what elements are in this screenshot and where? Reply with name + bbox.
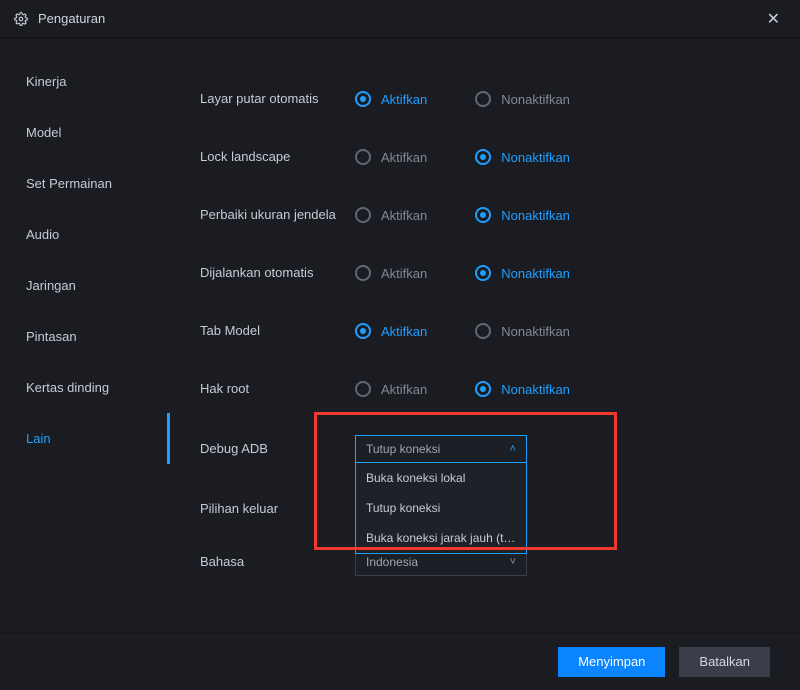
dropdown-option[interactable]: Tutup koneksi: [356, 493, 526, 523]
sidebar-item-label: Model: [26, 125, 61, 140]
chevron-up-icon: ˄: [510, 443, 516, 455]
select-value: Indonesia: [366, 555, 418, 569]
row-label: Tab Model: [200, 322, 355, 340]
titlebar: Pengaturan ✕: [0, 0, 800, 38]
sidebar-item-label: Set Permainan: [26, 176, 112, 191]
sidebar-item-label: Kinerja: [26, 74, 66, 89]
dropdown-option[interactable]: Buka koneksi jarak jauh (ti...: [356, 523, 526, 553]
sidebar-item-kertas-dinding[interactable]: Kertas dinding: [0, 362, 170, 413]
gear-icon: [14, 12, 28, 26]
sidebar-item-set-permainan[interactable]: Set Permainan: [0, 158, 170, 209]
row-label: Hak root: [200, 380, 355, 398]
row-label: Perbaiki ukuran jendela: [200, 206, 355, 224]
close-icon: ✕: [767, 11, 780, 28]
row-tab-model: Tab Model Aktifkan Nonaktifkan: [200, 302, 760, 360]
radio-disable[interactable]: Nonaktifkan: [475, 265, 570, 281]
sidebar-item-label: Pintasan: [26, 329, 77, 344]
radio-group: Aktifkan Nonaktifkan: [355, 91, 570, 107]
radio-disable[interactable]: Nonaktifkan: [475, 323, 570, 339]
radio-enable[interactable]: Aktifkan: [355, 91, 427, 107]
radio-group: Aktifkan Nonaktifkan: [355, 207, 570, 223]
radio-group: Aktifkan Nonaktifkan: [355, 323, 570, 339]
save-button[interactable]: Menyimpan: [558, 647, 665, 677]
dropdown-option[interactable]: Buka koneksi lokal: [356, 463, 526, 493]
radio-disable[interactable]: Nonaktifkan: [475, 381, 570, 397]
row-lock-landscape: Lock landscape Aktifkan Nonaktifkan: [200, 128, 760, 186]
row-dijalankan-otomatis: Dijalankan otomatis Aktifkan Nonaktifkan: [200, 244, 760, 302]
radio-disable[interactable]: Nonaktifkan: [475, 91, 570, 107]
sidebar-item-label: Kertas dinding: [26, 380, 109, 395]
window-title: Pengaturan: [38, 11, 105, 26]
sidebar-item-kinerja[interactable]: Kinerja: [0, 56, 170, 107]
row-debug-adb: Debug ADB Tutup koneksi ˄ Buka koneksi l…: [200, 418, 760, 480]
row-label: Layar putar otomatis: [200, 90, 355, 108]
radio-disable[interactable]: Nonaktifkan: [475, 149, 570, 165]
row-label: Pilihan keluar: [200, 500, 355, 518]
select-value: Tutup koneksi: [366, 442, 440, 456]
radio-enable[interactable]: Aktifkan: [355, 381, 427, 397]
radio-group: Aktifkan Nonaktifkan: [355, 265, 570, 281]
radio-enable[interactable]: Aktifkan: [355, 323, 427, 339]
radio-disable[interactable]: Nonaktifkan: [475, 207, 570, 223]
row-hak-root: Hak root Aktifkan Nonaktifkan: [200, 360, 760, 418]
footer: Menyimpan Batalkan: [0, 632, 800, 690]
sidebar-item-label: Jaringan: [26, 278, 76, 293]
sidebar: Kinerja Model Set Permainan Audio Jaring…: [0, 38, 170, 632]
chevron-down-icon: ˅: [510, 556, 516, 568]
radio-group: Aktifkan Nonaktifkan: [355, 149, 570, 165]
sidebar-item-label: Lain: [26, 431, 51, 446]
radio-group: Aktifkan Nonaktifkan: [355, 381, 570, 397]
settings-panel: Layar putar otomatis Aktifkan Nonaktifka…: [170, 38, 800, 632]
sidebar-item-pintasan[interactable]: Pintasan: [0, 311, 170, 362]
row-label: Debug ADB: [200, 440, 355, 458]
radio-enable[interactable]: Aktifkan: [355, 207, 427, 223]
sidebar-item-audio[interactable]: Audio: [0, 209, 170, 260]
row-label: Lock landscape: [200, 148, 355, 166]
row-label: Dijalankan otomatis: [200, 264, 355, 282]
sidebar-item-lain[interactable]: Lain: [0, 413, 170, 464]
debug-adb-select[interactable]: Tutup koneksi ˄: [355, 435, 527, 463]
close-button[interactable]: ✕: [761, 5, 786, 33]
radio-enable[interactable]: Aktifkan: [355, 149, 427, 165]
sidebar-item-model[interactable]: Model: [0, 107, 170, 158]
row-layar-putar-otomatis: Layar putar otomatis Aktifkan Nonaktifka…: [200, 70, 760, 128]
sidebar-item-label: Audio: [26, 227, 59, 242]
sidebar-item-jaringan[interactable]: Jaringan: [0, 260, 170, 311]
debug-adb-dropdown: Buka koneksi lokal Tutup koneksi Buka ko…: [355, 463, 527, 554]
cancel-button[interactable]: Batalkan: [679, 647, 770, 677]
row-label: Bahasa: [200, 553, 355, 571]
row-perbaiki-ukuran-jendela: Perbaiki ukuran jendela Aktifkan Nonakti…: [200, 186, 760, 244]
radio-enable[interactable]: Aktifkan: [355, 265, 427, 281]
